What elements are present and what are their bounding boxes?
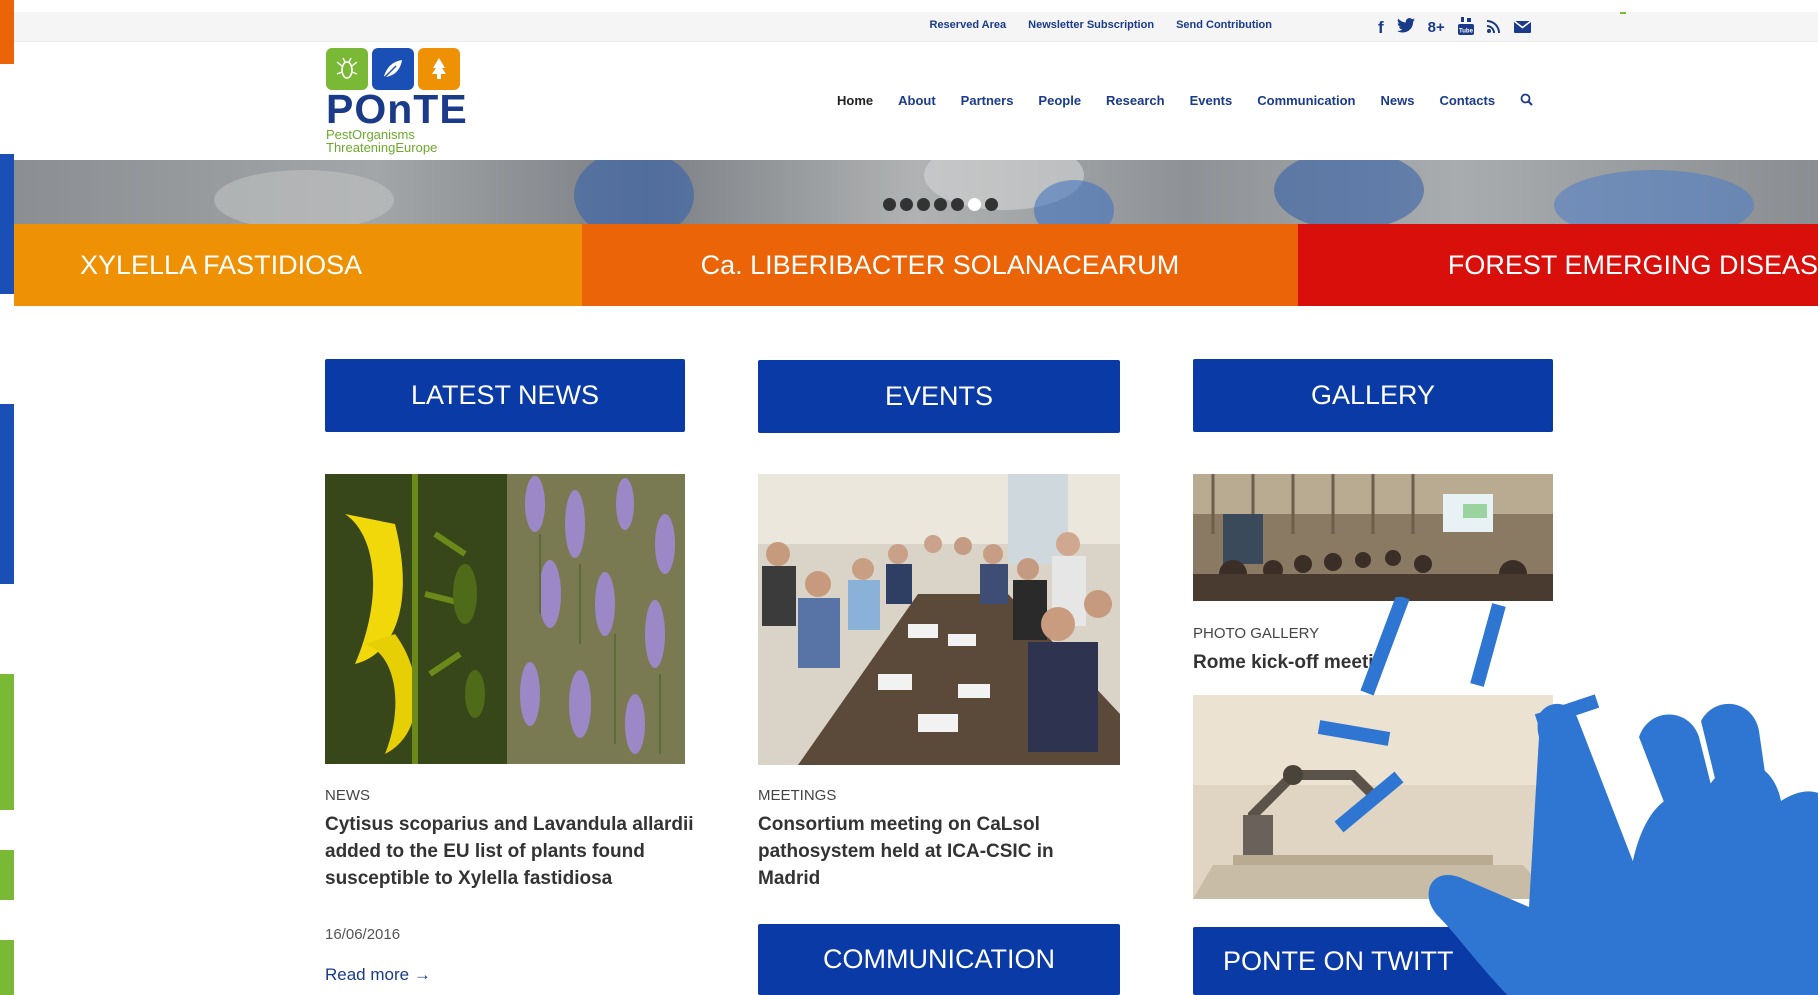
events-heading[interactable]: EVENTS: [758, 360, 1120, 433]
slider-dot[interactable]: [985, 198, 998, 211]
search-icon[interactable]: [1520, 93, 1533, 109]
slider-dot-active[interactable]: [968, 198, 981, 211]
nav-news[interactable]: News: [1380, 93, 1414, 109]
topic-liberibacter[interactable]: Ca. LIBERIBACTER SOLANACEARUM: [581, 224, 1298, 306]
left-edge-strip: [0, 0, 14, 995]
nav-people[interactable]: People: [1038, 93, 1081, 109]
slider-dots: [883, 198, 998, 211]
events-category: MEETINGS: [758, 787, 837, 804]
latest-news-heading[interactable]: LATEST NEWS: [325, 359, 685, 432]
top-bar: Reserved Area Newsletter Subscription Se…: [14, 12, 1818, 42]
nav-communication[interactable]: Communication: [1257, 93, 1355, 109]
read-more-link[interactable]: Read more →: [325, 965, 431, 985]
nav-home[interactable]: Home: [837, 93, 873, 109]
communication-heading[interactable]: COMMUNICATION: [758, 924, 1120, 995]
ponte-logo[interactable]: POnTE PestOrganisms ThreateningEurope: [326, 48, 468, 160]
insect-icon: [326, 48, 368, 90]
events-image[interactable]: [758, 474, 1120, 765]
nav-partners[interactable]: Partners: [961, 93, 1014, 109]
facebook-icon[interactable]: f: [1378, 19, 1384, 36]
news-date: 16/06/2016: [325, 926, 401, 943]
nav-about[interactable]: About: [898, 93, 936, 109]
top-links: Reserved Area Newsletter Subscription Se…: [930, 19, 1273, 31]
youtube-icon[interactable]: Tube: [1457, 16, 1474, 38]
logo-tagline-2: ThreateningEurope: [326, 140, 438, 155]
rss-icon[interactable]: [1486, 19, 1501, 36]
news-category: NEWS: [325, 787, 370, 804]
tree-icon: [418, 48, 460, 90]
send-contribution-link[interactable]: Send Contribution: [1176, 19, 1272, 31]
logo-name: POnTE: [326, 86, 468, 132]
social-icons: f 8+ Tube: [1378, 14, 1532, 40]
gallery-category: PHOTO GALLERY: [1193, 625, 1320, 642]
mail-icon[interactable]: [1513, 19, 1532, 36]
newsletter-subscription-link[interactable]: Newsletter Subscription: [1028, 19, 1154, 31]
slider-dot[interactable]: [883, 198, 896, 211]
svg-text:Tube: Tube: [1459, 28, 1474, 34]
gallery-image-rome[interactable]: [1193, 474, 1553, 601]
slider-dot[interactable]: [900, 198, 913, 211]
topic-forest-diseases[interactable]: FOREST EMERGING DISEAS: [1297, 224, 1818, 306]
news-image[interactable]: [325, 474, 685, 764]
events-title[interactable]: Consortium meeting on CaLsol pathosystem…: [758, 811, 1088, 892]
nav-events[interactable]: Events: [1190, 93, 1233, 109]
slider-dot[interactable]: [917, 198, 930, 211]
corner-fragment: [1574, 12, 1774, 18]
tap-hand-icon: [1317, 597, 1818, 995]
logo-icons: [326, 48, 466, 90]
gallery-heading[interactable]: GALLERY: [1193, 359, 1553, 432]
google-plus-icon[interactable]: 8+: [1428, 20, 1445, 35]
hero-slider: [14, 160, 1818, 224]
slider-dot[interactable]: [934, 198, 947, 211]
slider-dot[interactable]: [951, 198, 964, 211]
news-title[interactable]: Cytisus scoparius and Lavandula allardii…: [325, 811, 695, 892]
website-page: Reserved Area Newsletter Subscription Se…: [14, 12, 1818, 995]
topic-banner: XYLELLA FASTIDIOSA Ca. LIBERIBACTER SOLA…: [14, 224, 1818, 306]
reserved-area-link[interactable]: Reserved Area: [930, 19, 1007, 31]
nav-research[interactable]: Research: [1106, 93, 1165, 109]
leaf-icon: [372, 48, 414, 90]
topic-xylella[interactable]: XYLELLA FASTIDIOSA: [14, 224, 582, 306]
nav-contacts[interactable]: Contacts: [1439, 93, 1495, 109]
main-navigation: Home About Partners People Research Even…: [837, 93, 1533, 109]
twitter-icon[interactable]: [1396, 18, 1415, 36]
